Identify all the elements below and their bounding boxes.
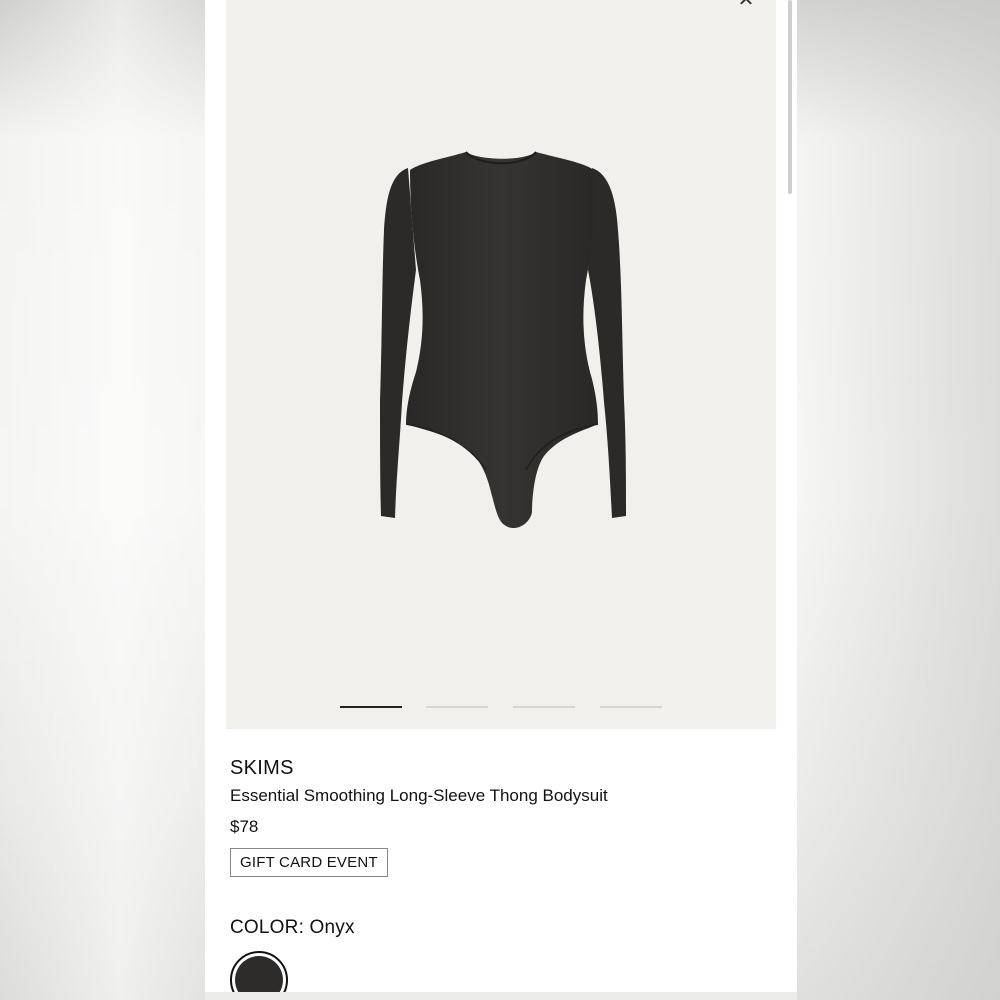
product-name: Essential Smoothing Long-Sleeve Thong Bo… xyxy=(230,786,608,805)
product-image-carousel[interactable]: ✕ xyxy=(226,0,776,729)
carousel-dot-2[interactable] xyxy=(426,706,488,708)
promo-badge: GIFT CARD EVENT xyxy=(230,848,388,877)
carousel-pagination xyxy=(340,706,662,710)
blurred-backdrop-right xyxy=(797,0,1000,1000)
product-price: $78 xyxy=(230,817,259,836)
color-label: COLOR: xyxy=(230,917,305,938)
product-brand[interactable]: SKIMS xyxy=(230,757,294,780)
carousel-dot-4[interactable] xyxy=(600,706,662,708)
product-page: ✕ SKIMS Essential Smoothing Long-Sleeve … xyxy=(205,0,797,1000)
carousel-dot-1[interactable] xyxy=(340,706,402,708)
selected-color-name: Onyx xyxy=(309,917,355,938)
color-selection-label: COLOR: Onyx xyxy=(230,917,355,939)
scrollbar[interactable] xyxy=(788,0,792,194)
bottom-edge xyxy=(205,992,797,1000)
close-icon[interactable]: ✕ xyxy=(736,0,756,10)
product-photo xyxy=(380,151,626,529)
carousel-dot-3[interactable] xyxy=(513,706,575,708)
